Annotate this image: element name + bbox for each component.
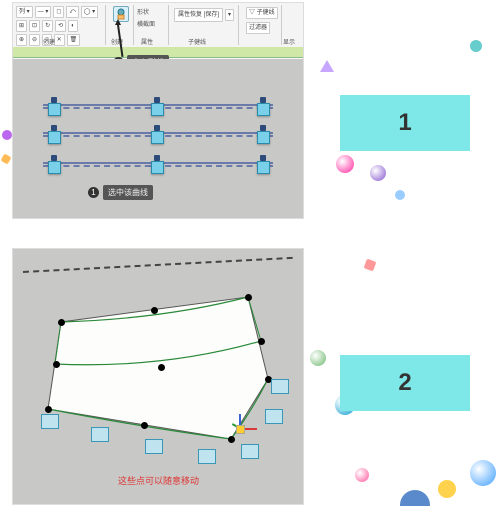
callout-badge-1: 1	[88, 187, 99, 198]
gizmo-box	[41, 414, 59, 429]
ribbon-separator	[105, 5, 106, 45]
viewport-ortho[interactable]: 1 选中该曲线	[13, 59, 303, 218]
move-gizmo[interactable]	[225, 414, 255, 444]
spline-handle[interactable]	[257, 131, 270, 144]
spline-handle[interactable]	[257, 103, 270, 116]
screenshot-1: 列 ▾— ▾◻⤺◯ ▾ ⊞⊡↻⟲◐ ⊕⊖≡✕🗑 创建 创建 形状 横截面 属性 …	[12, 2, 304, 219]
ribbon-icon[interactable]: ⟲	[55, 20, 66, 32]
loft-surface	[13, 249, 303, 504]
gizmo-box	[198, 449, 216, 464]
control-point[interactable]	[53, 361, 60, 368]
ribbon-icon[interactable]: ⊞	[16, 20, 27, 32]
ribbon-icon[interactable]: 列 ▾	[16, 6, 33, 18]
spline-handle[interactable]	[151, 131, 164, 144]
step-label-1: 1	[340, 95, 470, 151]
control-point[interactable]	[158, 364, 165, 371]
callout-tooltip-1: 选中该曲线	[103, 185, 153, 200]
ribbon-icon[interactable]: 🗑	[67, 34, 81, 46]
gizmo-box	[265, 409, 283, 424]
ribbon-icon[interactable]: ⊕	[16, 34, 27, 46]
viewport-perspective[interactable]: 这些点可以随意移动	[13, 249, 303, 504]
ribbon-icon[interactable]: ⊡	[29, 20, 40, 32]
ribbon-icon[interactable]: ⊖	[29, 34, 40, 46]
control-point[interactable]	[58, 319, 65, 326]
screenshot-2: 这些点可以随意移动	[12, 248, 304, 505]
control-point[interactable]	[245, 294, 252, 301]
ribbon-group-label: 横截面	[137, 19, 155, 28]
ribbon-group-label: 显示	[283, 37, 295, 46]
control-point[interactable]	[141, 422, 148, 429]
gizmo-box	[271, 379, 289, 394]
ribbon-button[interactable]: ▽ 子健线	[246, 7, 278, 19]
ribbon-button[interactable]: 过滤器	[246, 22, 270, 34]
ribbon-dropdown[interactable]: 属性恢复 [保存]▾	[173, 7, 235, 23]
ribbon-group-label: 形状	[137, 7, 149, 16]
ribbon-group-label: 属性	[141, 37, 153, 46]
ribbon-group-label: 创建	[43, 37, 55, 46]
gizmo-box	[145, 439, 163, 454]
step-label-2: 2	[340, 355, 470, 411]
gizmo-box	[91, 427, 109, 442]
ribbon-icon[interactable]: ◐	[68, 20, 78, 32]
ribbon-icon[interactable]: ⤺	[66, 6, 78, 18]
control-point[interactable]	[45, 406, 52, 413]
ribbon-icon[interactable]: ↻	[42, 20, 53, 32]
spline-handle[interactable]	[48, 103, 61, 116]
control-point[interactable]	[151, 307, 158, 314]
spline-handle[interactable]	[48, 161, 61, 174]
step-label-2-text: 2	[398, 369, 411, 397]
ribbon-toolbar: 列 ▾— ▾◻⤺◯ ▾ ⊞⊡↻⟲◐ ⊕⊖≡✕🗑 创建 创建 形状 横截面 属性 …	[13, 3, 303, 48]
spline-handle[interactable]	[151, 103, 164, 116]
ribbon-icon[interactable]: ✕	[54, 34, 65, 46]
step-label-1-text: 1	[398, 109, 411, 137]
spline-handle[interactable]	[48, 131, 61, 144]
ribbon-icon[interactable]: ◻	[53, 6, 64, 18]
spline-handle[interactable]	[257, 161, 270, 174]
ribbon-icon[interactable]: ◯ ▾	[81, 6, 98, 18]
control-point[interactable]	[258, 338, 265, 345]
spline-handle[interactable]	[151, 161, 164, 174]
ribbon-dropdown-label: 属性恢复 [保存]	[174, 8, 223, 22]
ribbon-icon[interactable]: — ▾	[35, 6, 52, 18]
ribbon-group-label: 子健线	[188, 37, 206, 46]
gizmo-box	[241, 444, 259, 459]
annotation-caption: 这些点可以随意移动	[118, 474, 199, 487]
